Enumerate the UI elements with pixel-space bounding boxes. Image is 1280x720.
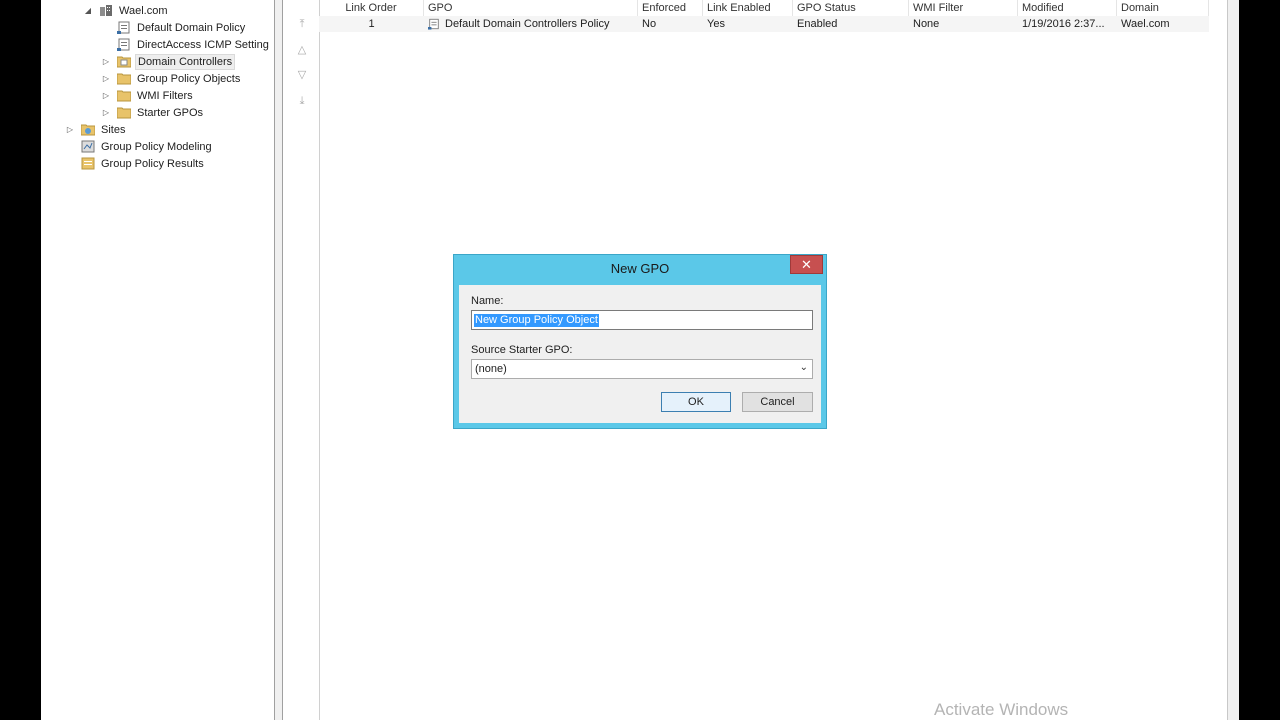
modeling-icon <box>81 140 95 153</box>
window-right-edge <box>1227 0 1239 720</box>
cell-link-order: 1 <box>368 18 375 30</box>
name-input[interactable]: New Group Policy Object <box>471 310 813 330</box>
link-order-toolbar: ⤒ △ ▽ ⤓ <box>283 0 320 720</box>
folder-icon <box>117 73 131 85</box>
left-letterbox <box>0 0 41 720</box>
select-value: (none) <box>475 363 507 375</box>
ou-folder-icon <box>117 56 131 68</box>
column-enforced[interactable]: Enforced <box>638 0 703 16</box>
sites-icon <box>81 124 95 136</box>
tree-item-label: Wael.com <box>119 5 168 17</box>
name-input-value: New Group Policy Object <box>474 314 599 327</box>
dialog-title: New GPO <box>610 261 670 276</box>
activation-watermark: Activate Windows <box>934 700 1069 719</box>
move-to-top-icon[interactable]: ⤒ <box>295 17 309 31</box>
move-down-icon[interactable]: ▽ <box>295 68 309 82</box>
cell-enforced: No <box>642 18 657 30</box>
ok-button[interactable]: OK <box>661 392 731 412</box>
expand-arrow-icon[interactable]: ▷ <box>101 54 111 70</box>
expand-arrow-icon[interactable]: ▷ <box>65 122 75 138</box>
gpo-link-icon <box>117 38 130 51</box>
collapse-arrow-icon[interactable]: ◢ <box>83 3 93 19</box>
move-to-bottom-icon[interactable]: ⤓ <box>295 94 309 108</box>
close-button[interactable]: ✕ <box>790 255 823 274</box>
cell-domain: Wael.com <box>1121 18 1170 30</box>
cell-gpo: Default Domain Controllers Policy <box>424 16 638 32</box>
table-row[interactable]: 1 Default Domain Controllers Policy No Y… <box>319 16 1209 32</box>
move-up-icon[interactable]: △ <box>295 43 309 57</box>
right-letterbox <box>1239 0 1280 720</box>
cell-gpo-status: Enabled <box>797 18 838 30</box>
source-starter-gpo-label: Source Starter GPO: <box>471 344 573 356</box>
expand-arrow-icon[interactable]: ▷ <box>101 105 111 121</box>
cell-link-enabled: Yes <box>707 18 725 30</box>
tree-item-label: Group Policy Results <box>101 158 204 170</box>
domain-icon <box>100 5 112 16</box>
name-label: Name: <box>471 295 504 307</box>
column-link-enabled[interactable]: Link Enabled <box>703 0 793 16</box>
tree-item-label: WMI Filters <box>137 90 193 102</box>
gpo-link-icon <box>428 18 439 30</box>
column-gpo-status[interactable]: GPO Status <box>793 0 909 16</box>
table-header: Link Order GPO Enforced Link Enabled GPO… <box>319 0 1209 17</box>
column-modified[interactable]: Modified <box>1018 0 1117 16</box>
console-tree: ◢ Wael.com Default Domain Policy DirectA… <box>41 0 274 720</box>
column-domain[interactable]: Domain <box>1117 0 1209 16</box>
source-starter-gpo-select[interactable]: (none) ⌄ <box>471 359 813 379</box>
cell-modified: 1/19/2016 2:37... <box>1022 18 1105 30</box>
results-icon <box>81 157 95 170</box>
tree-item-label: Default Domain Policy <box>137 22 246 34</box>
pane-splitter[interactable] <box>274 0 283 720</box>
dialog-body: Name: New Group Policy Object Source Sta… <box>459 285 821 423</box>
column-gpo[interactable]: GPO <box>424 0 638 16</box>
tree-item-label: Sites <box>101 124 126 136</box>
tree-item-label: Starter GPOs <box>137 107 204 119</box>
expand-arrow-icon[interactable]: ▷ <box>101 71 111 87</box>
expand-arrow-icon[interactable]: ▷ <box>101 88 111 104</box>
tree-item-label: Domain Controllers <box>135 54 236 70</box>
folder-icon <box>117 107 131 119</box>
folder-icon <box>117 90 131 102</box>
cell-wmi-filter: None <box>913 18 940 30</box>
cancel-button[interactable]: Cancel <box>742 392 813 412</box>
column-link-order[interactable]: Link Order <box>319 0 424 16</box>
tree-item-label: Group Policy Objects <box>137 73 241 85</box>
new-gpo-dialog: New GPO ✕ Name: New Group Policy Object … <box>453 254 827 429</box>
tree-item-label: DirectAccess ICMP Setting <box>137 39 269 51</box>
tree-item-label: Group Policy Modeling <box>101 141 212 153</box>
gpo-name: Default Domain Controllers Policy <box>445 18 610 30</box>
column-wmi-filter[interactable]: WMI Filter <box>909 0 1018 16</box>
gpo-link-icon <box>117 21 130 34</box>
chevron-down-icon: ⌄ <box>799 362 808 373</box>
